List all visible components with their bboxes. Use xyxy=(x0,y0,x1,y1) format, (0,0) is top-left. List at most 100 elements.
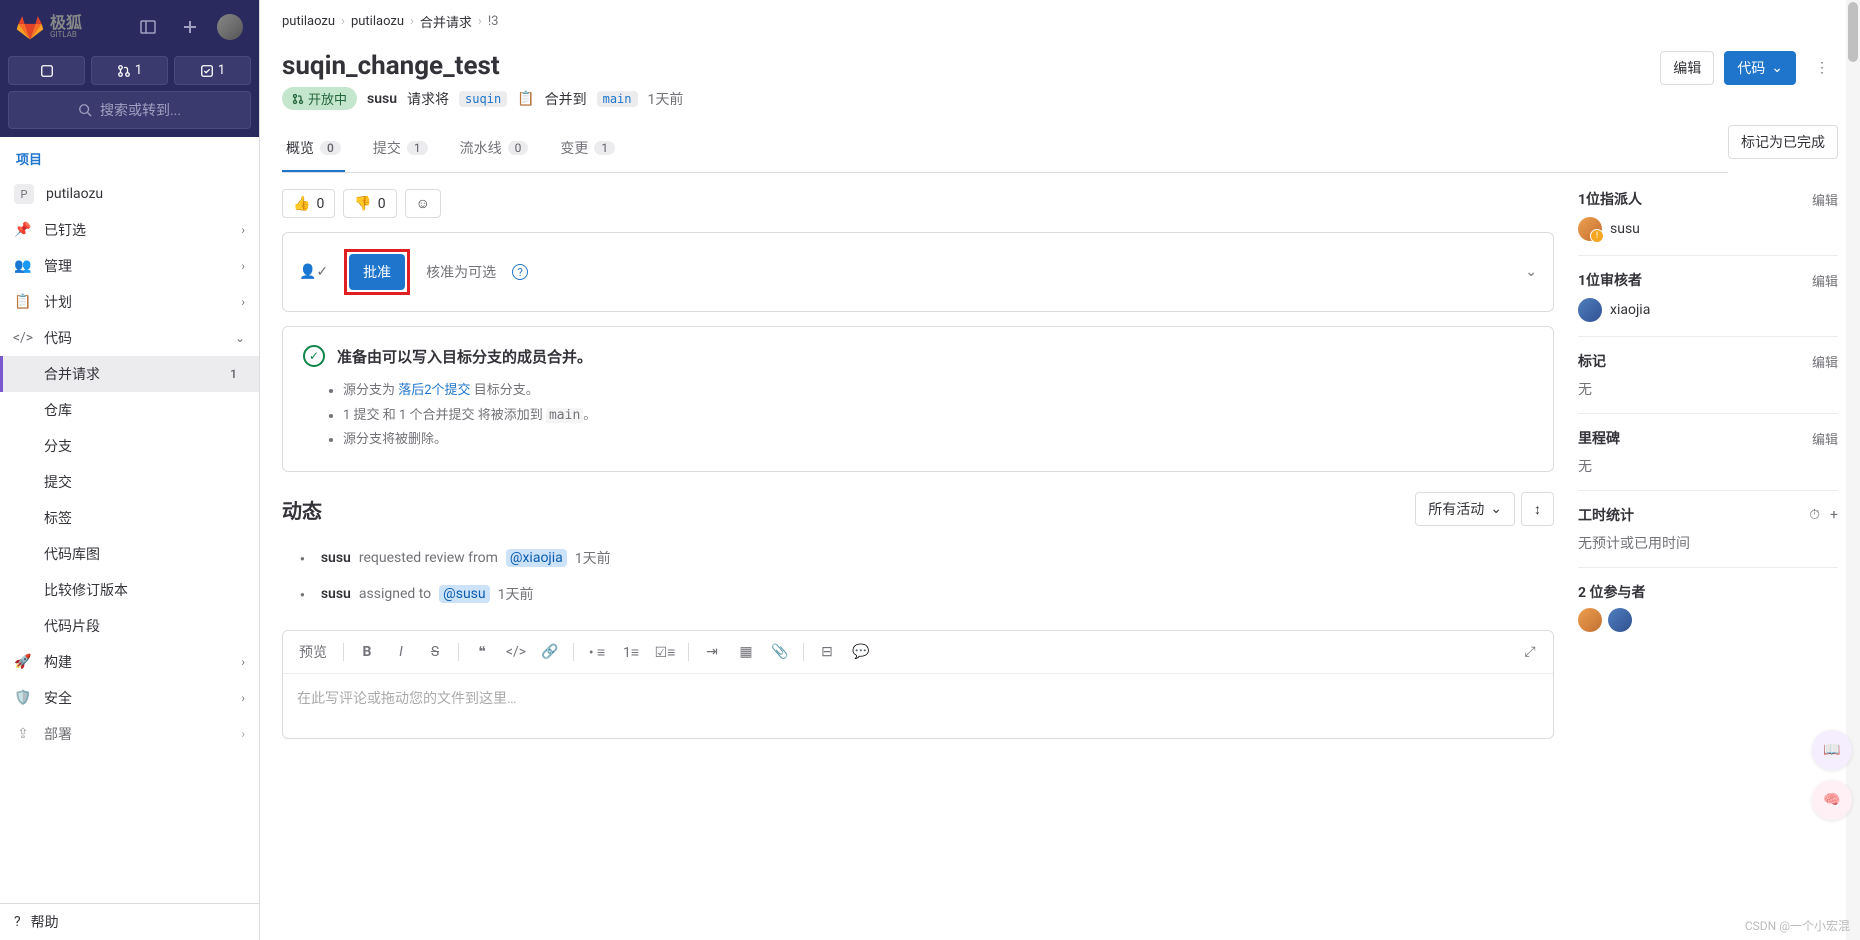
author-name[interactable]: susu xyxy=(367,91,397,107)
quote-icon[interactable]: ❝ xyxy=(467,637,497,667)
nav-merge-requests[interactable]: 合并请求1 xyxy=(0,356,259,392)
thumbs-down-button[interactable]: 👎0 xyxy=(343,189,396,218)
details-icon[interactable]: ⊟ xyxy=(812,637,842,667)
info-icon[interactable]: ? xyxy=(512,264,528,280)
approve-button[interactable]: 批准 xyxy=(349,254,405,290)
search-icon xyxy=(78,103,92,117)
pin-icon: 📌 xyxy=(14,222,32,238)
emoji-button[interactable]: ☺ xyxy=(405,189,441,218)
plus-icon[interactable] xyxy=(175,12,205,42)
issues-pill[interactable] xyxy=(8,56,85,85)
calendar-icon: 📋 xyxy=(14,294,32,310)
details-sidebar: 1位指派人编辑 susu 1位审核者编辑 xiaojia 标记编辑 无 里程碑编… xyxy=(1578,189,1838,739)
copy-icon[interactable]: 📋 xyxy=(517,91,534,107)
bullet-list-icon[interactable]: • ≡ xyxy=(582,637,612,667)
approval-optional-text: 核准为可选 xyxy=(426,262,496,282)
activity-filter[interactable]: 所有活动⌄ xyxy=(1415,492,1515,526)
behind-link[interactable]: 落后2个提交 xyxy=(398,383,470,398)
nav-graph[interactable]: 代码库图 xyxy=(0,536,259,572)
task-list-icon[interactable]: ☑≡ xyxy=(650,637,680,667)
number-list-icon[interactable]: 1≡ xyxy=(616,637,646,667)
attach-icon[interactable]: 📎 xyxy=(765,637,795,667)
watermark: CSDN @一个小宏混 xyxy=(1745,917,1850,934)
search-bar[interactable]: 搜索或转到... xyxy=(8,91,251,129)
activity-sort[interactable]: ↕ xyxy=(1521,492,1554,526)
indent-icon[interactable]: ⇥ xyxy=(697,637,727,667)
sidebar-collapse-icon[interactable] xyxy=(133,12,163,42)
merge-box: ✓ 准备由可以写入目标分支的成员合并。 源分支为 落后2个提交 目标分支。 1 … xyxy=(282,326,1554,472)
edit-reviewer[interactable]: 编辑 xyxy=(1812,271,1838,290)
edit-milestone[interactable]: 编辑 xyxy=(1812,429,1838,448)
mr-count-badge: 1 xyxy=(222,366,245,382)
project-item[interactable]: P putilaozu xyxy=(0,176,259,212)
edit-button[interactable]: 编辑 xyxy=(1660,51,1714,85)
target-branch[interactable]: main xyxy=(597,91,638,107)
nav-build[interactable]: 🚀构建› xyxy=(0,644,259,680)
nav-branches[interactable]: 分支 xyxy=(0,428,259,464)
assignee-name[interactable]: susu xyxy=(1610,221,1640,237)
clock-icon[interactable]: ⏱ xyxy=(1809,507,1820,523)
milestone-title: 里程碑 xyxy=(1578,428,1620,448)
nav-tags[interactable]: 标签 xyxy=(0,500,259,536)
kebab-menu[interactable]: ⋮ xyxy=(1806,52,1838,84)
merge-icon xyxy=(117,64,131,78)
comment-textarea[interactable] xyxy=(283,674,1553,734)
activity-title: 动态 xyxy=(282,495,322,524)
code-button[interactable]: 代码⌄ xyxy=(1724,51,1796,85)
thumbs-up-button[interactable]: 👍0 xyxy=(282,189,335,218)
docs-float-button[interactable]: 📖 xyxy=(1812,730,1852,770)
nav-snippets[interactable]: 代码片段 xyxy=(0,608,259,644)
chevron-down-icon: ⌄ xyxy=(235,331,245,345)
mention-xiaojia[interactable]: @xiaojia xyxy=(506,549,567,567)
tab-commits[interactable]: 提交1 xyxy=(369,126,432,172)
rocket-icon: 🚀 xyxy=(14,654,32,670)
ai-float-button[interactable]: 🧠 xyxy=(1812,780,1852,820)
fullscreen-icon[interactable]: ⤢ xyxy=(1515,637,1545,667)
participant-avatar[interactable] xyxy=(1608,608,1632,632)
nav-commits[interactable]: 提交 xyxy=(0,464,259,500)
users-icon: 👥 xyxy=(14,258,32,274)
tab-pipelines[interactable]: 流水线0 xyxy=(456,126,533,172)
help-icon: ? xyxy=(14,914,21,930)
help-link[interactable]: ?帮助 xyxy=(0,903,259,940)
source-branch[interactable]: suqin xyxy=(459,91,507,107)
tab-overview[interactable]: 概览0 xyxy=(282,126,345,172)
time-text: 无预计或已用时间 xyxy=(1578,533,1838,553)
logo[interactable]: 极狐GITLAB xyxy=(16,13,82,41)
assignee-avatar[interactable] xyxy=(1578,217,1602,241)
strike-icon[interactable]: S xyxy=(420,637,450,667)
code-icon[interactable]: </> xyxy=(501,637,531,667)
sidebar-top: 极狐GITLAB 1 1 搜索或转到... xyxy=(0,0,259,137)
link-icon[interactable]: 🔗 xyxy=(535,637,565,667)
nav-secure[interactable]: 🛡️安全› xyxy=(0,680,259,716)
nav-deploy[interactable]: ⇪部署› xyxy=(0,716,259,752)
nav-pinned[interactable]: 📌已钉选› xyxy=(0,212,259,248)
nav-repo[interactable]: 仓库 xyxy=(0,392,259,428)
nav-plan[interactable]: 📋计划› xyxy=(0,284,259,320)
crumb-1[interactable]: putilaozu xyxy=(282,14,335,29)
nav-code[interactable]: </>代码⌄ xyxy=(0,320,259,356)
preview-tab[interactable]: 预览 xyxy=(291,637,335,667)
plus-icon[interactable]: + xyxy=(1830,507,1838,523)
mark-done-button[interactable]: 标记为已完成 xyxy=(1728,125,1838,159)
merge-requests-pill[interactable]: 1 xyxy=(91,56,168,85)
edit-labels[interactable]: 编辑 xyxy=(1812,352,1838,371)
italic-icon[interactable]: I xyxy=(386,637,416,667)
reviewer-name[interactable]: xiaojia xyxy=(1610,302,1650,318)
todo-pill[interactable]: 1 xyxy=(174,56,251,85)
mention-susu[interactable]: @susu xyxy=(439,585,489,603)
table-icon[interactable]: ▦ xyxy=(731,637,761,667)
status-line: 开放中 susu 请求将 suqin 📋 合并到 main 1天前 xyxy=(282,87,683,110)
edit-assignee[interactable]: 编辑 xyxy=(1812,190,1838,209)
bold-icon[interactable]: B xyxy=(352,637,382,667)
reviewer-avatar[interactable] xyxy=(1578,298,1602,322)
nav-manage[interactable]: 👥管理› xyxy=(0,248,259,284)
crumb-3[interactable]: 合并请求 xyxy=(420,12,472,31)
chevron-down-icon[interactable]: ⌄ xyxy=(1525,264,1537,280)
nav-compare[interactable]: 比较修订版本 xyxy=(0,572,259,608)
comment-icon[interactable]: 💬 xyxy=(846,637,876,667)
participant-avatar[interactable] xyxy=(1578,608,1602,632)
tab-changes[interactable]: 变更1 xyxy=(556,126,619,172)
crumb-2[interactable]: putilaozu xyxy=(351,14,404,29)
user-avatar[interactable] xyxy=(217,14,243,40)
